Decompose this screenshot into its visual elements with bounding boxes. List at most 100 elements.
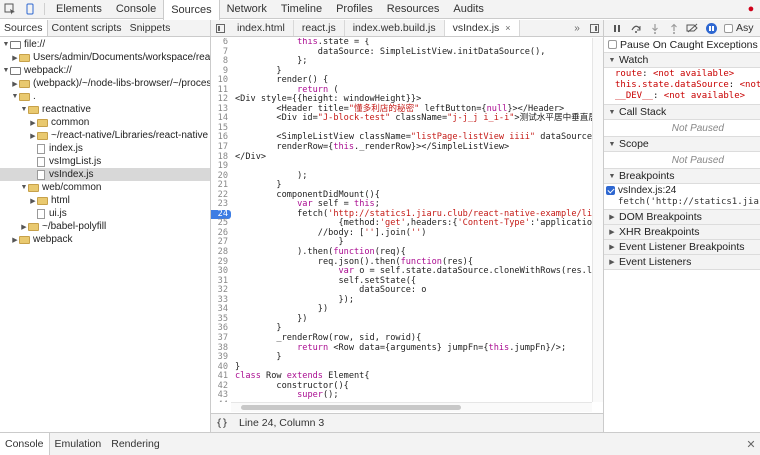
tab-emulation[interactable]: Emulation <box>50 433 107 455</box>
folder-icon <box>37 196 48 205</box>
device-mode-icon[interactable] <box>20 0 40 18</box>
step-over-icon[interactable] <box>626 20 645 37</box>
close-drawer-icon[interactable]: ✕ <box>742 433 760 455</box>
step-into-icon[interactable] <box>645 20 664 37</box>
tab-profiles[interactable]: Profiles <box>329 0 380 18</box>
tab-snippets[interactable]: Snippets <box>126 20 175 36</box>
tree-folder-item[interactable]: ▼ reactnative <box>0 103 210 116</box>
pause-on-caught-checkbox[interactable] <box>608 40 617 49</box>
close-tab-icon[interactable]: × <box>505 23 510 33</box>
expanded-triangle-icon[interactable]: ▼ <box>20 106 28 113</box>
collapsed-triangle-icon[interactable]: ▶ <box>11 54 19 62</box>
call-stack-section-header[interactable]: ▼ Call Stack <box>604 105 760 120</box>
toggle-navigator-button[interactable] <box>211 20 229 36</box>
expanded-triangle-icon[interactable]: ▼ <box>20 184 28 191</box>
pause-resume-button[interactable] <box>607 20 626 37</box>
editor-vertical-scrollbar[interactable] <box>592 38 603 402</box>
close-devtools-icon[interactable]: ● <box>742 0 760 18</box>
tab-sources[interactable]: Sources <box>0 20 48 36</box>
tree-item-label: ~/babel-polyfill <box>42 221 107 232</box>
tree-folder-item[interactable]: ▼. <box>0 90 210 103</box>
collapsed-triangle-icon[interactable]: ▶ <box>20 223 28 231</box>
watch-item[interactable]: __DEV__: <not available> <box>604 91 760 102</box>
tree-folder-item[interactable]: ▶ Users/admin/Documents/workspace/react-m <box>0 51 210 64</box>
breakpoint-entry[interactable]: vsIndex.js:24 <box>604 184 760 197</box>
async-toggle[interactable]: Asy <box>724 22 754 34</box>
scrollbar-thumb[interactable] <box>241 405 461 410</box>
code-editor[interactable]: 6 this.state = {7 dataSource: SimpleList… <box>211 38 592 402</box>
editor-tab-label: index.html <box>237 22 285 34</box>
expanded-triangle-icon[interactable]: ▼ <box>2 67 10 74</box>
collapsed-triangle-icon[interactable]: ▶ <box>29 132 37 140</box>
collapsed-triangle-icon[interactable]: ▶ <box>11 236 19 244</box>
editor-tab[interactable]: vsIndex.js × <box>444 20 520 36</box>
tab-overflow-icon[interactable]: » <box>569 20 585 36</box>
line-number[interactable]: 6 <box>211 38 231 48</box>
tab-timeline[interactable]: Timeline <box>274 0 329 18</box>
step-out-icon[interactable] <box>664 20 683 37</box>
tree-folder-item[interactable]: ▼ webpack:// <box>0 64 210 77</box>
watch-expression: __DEV__ <box>615 91 653 101</box>
tab-content-scripts[interactable]: Content scripts <box>48 20 126 36</box>
tab-resources[interactable]: Resources <box>380 0 447 18</box>
navigator-tabs: Sources Content scripts Snippets <box>0 20 210 37</box>
event-listener-breakpoints-section-header[interactable]: ▶ Event Listener Breakpoints <box>604 240 760 255</box>
breakpoint-checkbox[interactable] <box>606 186 615 195</box>
editor-horizontal-scrollbar[interactable] <box>231 402 592 412</box>
tab-rendering[interactable]: Rendering <box>106 433 164 455</box>
code-line[interactable]: 18 </Div> <box>211 152 592 163</box>
pause-on-exceptions-button[interactable] <box>702 20 721 37</box>
watch-item[interactable]: this.state.dataSource: <not a <box>604 80 760 91</box>
toggle-debugger-button[interactable] <box>585 20 603 36</box>
breakpoint-code-snippet[interactable]: fetch('http://statics1.jiaru. <box>604 197 760 210</box>
tree-folder-item[interactable]: ▶ common <box>0 116 210 129</box>
collapsed-triangle-icon[interactable]: ▶ <box>29 119 37 127</box>
tree-folder-item[interactable]: ▼ web/common <box>0 181 210 194</box>
tree-file-item[interactable]: vsImgList.js <box>0 155 210 168</box>
tree-folder-item[interactable]: ▶ ~/babel-polyfill <box>0 220 210 233</box>
expanded-triangle-icon[interactable]: ▼ <box>2 41 10 48</box>
tab-console[interactable]: Console <box>109 0 163 18</box>
code-line[interactable]: 39 } <box>211 352 592 363</box>
code-line[interactable]: 17 renderRow={this._renderRow}></SimpleL… <box>211 142 592 153</box>
code-line[interactable]: 14 <Div id="J-block-test" className="j-j… <box>211 114 592 124</box>
collapsed-triangle-icon[interactable]: ▶ <box>11 80 19 88</box>
pause-on-caught-row[interactable]: Pause On Caught Exceptions <box>604 37 760 53</box>
breakpoints-section-header[interactable]: ▼ Breakpoints <box>604 169 760 184</box>
watch-section-header[interactable]: ▼ Watch <box>604 53 760 68</box>
line-number[interactable]: 44 <box>211 400 231 402</box>
tree-folder-item[interactable]: ▼ file:// <box>0 38 210 51</box>
code-line[interactable]: 43 super(); <box>211 390 592 401</box>
tab-console[interactable]: Console <box>0 433 50 455</box>
collapsed-triangle-icon[interactable]: ▶ <box>29 197 37 205</box>
deactivate-breakpoints-icon[interactable] <box>683 20 702 37</box>
tab-elements[interactable]: Elements <box>49 0 109 18</box>
line-number[interactable]: 7 <box>211 47 231 58</box>
navigator-toggle-icon <box>215 23 225 33</box>
tab-audits[interactable]: Audits <box>446 0 491 18</box>
xhr-breakpoints-section-header[interactable]: ▶ XHR Breakpoints <box>604 225 760 240</box>
scope-section-header[interactable]: ▼ Scope <box>604 137 760 152</box>
dom-breakpoints-section-header[interactable]: ▶ DOM Breakpoints <box>604 210 760 225</box>
event-listeners-section-header[interactable]: ▶ Event Listeners <box>604 255 760 270</box>
tab-network[interactable]: Network <box>220 0 274 18</box>
tree-file-item[interactable]: vsIndex.js <box>0 168 210 181</box>
expanded-triangle-icon[interactable]: ▼ <box>11 93 19 100</box>
pretty-print-button[interactable]: {} <box>211 418 233 429</box>
file-icon <box>37 208 45 219</box>
tree-item-label: . <box>33 91 36 102</box>
line-number[interactable]: 8 <box>211 57 231 67</box>
watch-item[interactable]: route: <not available> <box>604 69 760 80</box>
tree-folder-item[interactable]: ▶ (webpack)/~/node-libs-browser/~/process <box>0 77 210 90</box>
tree-folder-item[interactable]: ▶ html <box>0 194 210 207</box>
tab-sources[interactable]: Sources <box>163 0 220 20</box>
inspect-element-icon[interactable] <box>0 0 20 18</box>
tree-folder-item[interactable]: ▶ ~/react-native/Libraries/react-native <box>0 129 210 142</box>
editor-tab[interactable]: react.js <box>294 20 345 36</box>
editor-tab[interactable]: index.html <box>229 20 294 36</box>
tree-folder-item[interactable]: ▶ webpack <box>0 233 210 246</box>
editor-tab[interactable]: index.web.build.js <box>345 20 445 36</box>
async-checkbox[interactable] <box>724 23 733 33</box>
tree-file-item[interactable]: index.js <box>0 142 210 155</box>
tree-file-item[interactable]: ui.js <box>0 207 210 220</box>
